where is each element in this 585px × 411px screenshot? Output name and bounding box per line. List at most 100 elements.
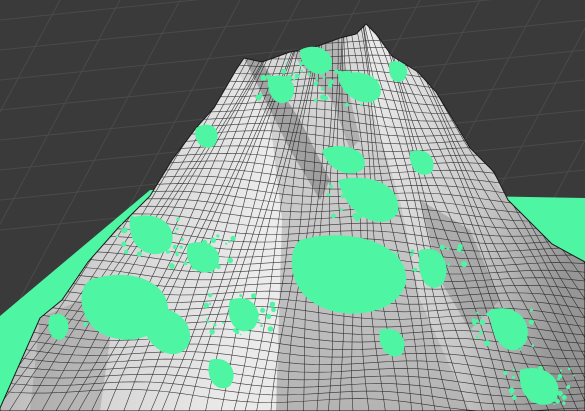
- vegetation-speck: [208, 302, 212, 305]
- vegetation-speck: [446, 247, 450, 251]
- vegetation-speck: [313, 82, 318, 87]
- vegetation-speck: [271, 88, 277, 94]
- vegetation-speck: [345, 262, 350, 268]
- grid-line: [0, 0, 493, 51]
- vegetation-speck: [198, 265, 203, 269]
- terrain-mesh[interactable]: [0, 20, 585, 411]
- vegetation-speck: [462, 251, 465, 254]
- vegetation-speck: [257, 319, 261, 322]
- vegetation-speck: [531, 344, 535, 348]
- vegetation-speck: [260, 307, 266, 313]
- vegetation-speck: [246, 326, 252, 331]
- vegetation-speck: [83, 321, 88, 327]
- vegetation-speck: [496, 326, 500, 330]
- vegetation-speck: [512, 332, 514, 335]
- vegetation-speck: [313, 98, 318, 103]
- vegetation-speck: [371, 185, 374, 188]
- vegetation-speck: [213, 323, 217, 327]
- vegetation-speck: [198, 248, 204, 255]
- vegetation-speck: [307, 72, 311, 76]
- grid-line: [0, 0, 200, 21]
- vegetation-speck: [133, 314, 136, 317]
- vegetation-speck: [168, 241, 172, 245]
- vegetation-speck: [548, 390, 551, 393]
- vegetation-speck: [330, 258, 334, 262]
- vegetation-speck: [145, 310, 147, 313]
- vegetation-speck: [510, 393, 513, 396]
- vegetation-speck: [386, 199, 391, 203]
- vegetation-speck: [568, 367, 571, 371]
- vegetation-speck: [395, 252, 399, 255]
- vegetation-speck: [375, 209, 380, 214]
- vegetation-speck: [386, 202, 391, 206]
- vegetation-speck: [175, 252, 179, 257]
- vegetation-speck: [557, 390, 563, 397]
- vegetation-speck: [539, 389, 542, 392]
- vegetation-speck: [391, 199, 394, 202]
- vegetation-speck: [475, 335, 479, 339]
- vegetation-speck: [293, 78, 296, 81]
- vegetation-speck: [474, 323, 477, 326]
- vegetation-speck: [361, 282, 364, 285]
- vegetation-speck: [359, 266, 365, 272]
- vegetation-speck: [265, 313, 272, 320]
- vegetation-speck: [376, 79, 379, 82]
- vegetation-speck: [512, 368, 515, 371]
- vegetation-speck: [334, 262, 339, 267]
- vegetation-speck: [203, 259, 208, 263]
- vegetation-speck: [236, 325, 241, 330]
- vegetation-speck: [566, 385, 570, 390]
- vegetation-speck: [208, 293, 213, 298]
- vegetation-speck: [172, 244, 177, 250]
- vegetation-speck: [103, 283, 107, 287]
- vegetation-speck: [527, 389, 532, 394]
- vegetation-speck: [285, 62, 288, 65]
- vegetation-speck: [269, 301, 276, 308]
- vegetation-speck: [479, 319, 486, 326]
- vegetation-speck: [260, 74, 267, 81]
- vegetation-speck: [99, 311, 105, 317]
- vegetation-speck: [380, 277, 383, 280]
- vegetation-speck: [428, 255, 430, 258]
- vegetation-speck: [157, 235, 159, 238]
- vegetation-speck: [425, 253, 431, 260]
- vegetation-speck: [84, 314, 88, 319]
- vegetation-speck: [528, 319, 535, 325]
- vegetation-speck: [179, 245, 183, 249]
- vegetation-speck: [249, 331, 251, 334]
- vegetation-speck: [266, 74, 271, 79]
- vegetation-speck: [281, 68, 287, 74]
- vegetation-speck: [136, 235, 141, 240]
- vegetation-speck: [235, 329, 240, 335]
- vegetation-speck: [352, 213, 357, 218]
- vegetation-speck: [99, 291, 106, 298]
- vegetation-speck: [206, 243, 211, 247]
- vegetation-speck: [202, 239, 208, 245]
- vegetation-speck: [169, 263, 175, 270]
- vegetation-speck: [331, 213, 336, 219]
- vegetation-speck: [378, 214, 383, 219]
- viewport-canvas[interactable]: [0, 0, 585, 411]
- vegetation-speck: [530, 397, 536, 403]
- vegetation-speck: [175, 227, 179, 231]
- vegetation-speck: [352, 261, 357, 266]
- vegetation-speck: [428, 278, 434, 285]
- vegetation-speck: [145, 309, 152, 316]
- vegetation-speck: [573, 374, 575, 377]
- vegetation-speck: [253, 311, 260, 318]
- vegetation-speck: [359, 290, 365, 297]
- vegetation-speck: [559, 369, 563, 372]
- vegetation-speck: [381, 185, 385, 189]
- vegetation-speck: [349, 273, 356, 279]
- vegetation-speck: [174, 231, 177, 234]
- vegetation-speck: [260, 324, 263, 328]
- vegetation-speck: [209, 329, 215, 335]
- vegetation-speck: [211, 271, 214, 274]
- vegetation-speck: [331, 277, 335, 282]
- 3d-viewport[interactable]: [0, 0, 585, 411]
- vegetation-speck: [351, 197, 357, 203]
- vegetation-speck: [136, 221, 142, 227]
- vegetation-speck: [191, 266, 195, 270]
- vegetation-speck: [426, 272, 430, 276]
- vegetation-speck: [299, 64, 303, 67]
